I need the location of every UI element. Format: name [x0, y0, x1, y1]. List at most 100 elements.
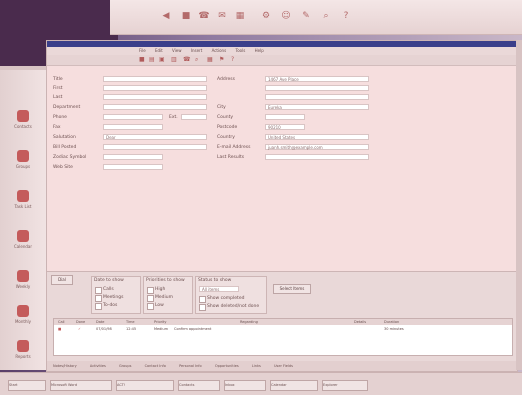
- activities-grid: Call Done Date Time Priority Regarding D…: [53, 318, 513, 356]
- done-check-icon[interactable]: ✓: [78, 326, 81, 332]
- taskbar-calendar[interactable]: Calendar: [270, 380, 318, 391]
- tab-dial[interactable]: Dial: [51, 275, 73, 285]
- reports-icon: [17, 340, 29, 352]
- window-toolbar: ■ ▤ ▣ ▥ ☎ ⌕ ▦ ⚑ ?: [47, 55, 517, 66]
- field-zodiac[interactable]: [103, 154, 163, 160]
- help-icon[interactable]: ?: [231, 57, 237, 63]
- sidebar-item-2[interactable]: Task List: [8, 190, 38, 209]
- menu-help[interactable]: Help: [255, 48, 264, 53]
- label-department: Department: [53, 105, 81, 110]
- cell-time: 12:45: [126, 327, 137, 331]
- help-icon[interactable]: ?: [340, 10, 352, 22]
- tab-notes-history[interactable]: Notes/History: [47, 364, 83, 368]
- lookup-icon[interactable]: ⌕: [320, 10, 332, 22]
- field-bill-posted[interactable]: [103, 144, 207, 150]
- tools-icon[interactable]: ⚙: [260, 10, 272, 22]
- field-address-2[interactable]: [265, 85, 369, 91]
- field-ext[interactable]: [181, 114, 207, 120]
- checkbox-high[interactable]: [147, 287, 154, 294]
- checkbox-calls[interactable]: [95, 287, 102, 294]
- field-first[interactable]: [103, 85, 207, 91]
- open-icon[interactable]: ▤: [149, 57, 155, 63]
- taskbar-word[interactable]: Microsoft Word: [50, 380, 112, 391]
- back-icon[interactable]: ◀: [160, 10, 172, 22]
- group-date-title: Date to show: [94, 278, 124, 283]
- email-icon[interactable]: ✉: [216, 10, 228, 22]
- sidebar-item-4[interactable]: Weekly: [8, 270, 38, 289]
- checkbox-todos[interactable]: [95, 303, 102, 310]
- menu-file[interactable]: File: [139, 48, 146, 53]
- tab-activities[interactable]: Activities: [84, 364, 112, 368]
- label-email: E-mail Address: [217, 145, 251, 150]
- tab-contact-info[interactable]: Contact Info: [139, 364, 172, 368]
- col-regarding[interactable]: Regarding: [240, 319, 258, 325]
- taskbar-contacts[interactable]: Contacts: [178, 380, 220, 391]
- taskbar-inbox[interactable]: Inbox: [224, 380, 266, 391]
- tab-personal-info[interactable]: Personal Info: [173, 364, 208, 368]
- print-icon[interactable]: ■: [180, 10, 192, 22]
- field-last[interactable]: [103, 94, 207, 100]
- field-salutation[interactable]: Dear: [103, 134, 207, 140]
- vertical-scrollbar[interactable]: [516, 40, 522, 370]
- field-fax[interactable]: [103, 124, 163, 130]
- col-details[interactable]: Details: [354, 319, 366, 325]
- field-phone[interactable]: [103, 114, 163, 120]
- menu-edit[interactable]: Edit: [155, 48, 163, 53]
- col-done[interactable]: Done: [76, 319, 85, 325]
- sidebar-item-5[interactable]: Monthly: [8, 305, 38, 324]
- sidebar-item-1[interactable]: Groups: [8, 150, 38, 169]
- notes-icon[interactable]: ✎: [300, 10, 312, 22]
- tab-user-fields[interactable]: User Fields: [268, 364, 299, 368]
- field-country[interactable]: United States: [265, 134, 369, 140]
- field-county[interactable]: [265, 114, 305, 120]
- field-address-3[interactable]: [265, 94, 369, 100]
- new-icon[interactable]: ■: [139, 57, 145, 63]
- menu-insert[interactable]: Insert: [191, 48, 202, 53]
- taskbar-act[interactable]: ACT!: [116, 380, 174, 391]
- col-time[interactable]: Time: [126, 319, 135, 325]
- phone-icon[interactable]: ☎: [183, 57, 190, 63]
- field-last-results[interactable]: [265, 154, 369, 160]
- sidebar-item-0[interactable]: Contacts: [8, 110, 38, 129]
- checkbox-medium[interactable]: [147, 295, 154, 302]
- schedule-icon[interactable]: ▦: [207, 57, 213, 63]
- menu-tools[interactable]: Tools: [235, 48, 245, 53]
- checkbox-completed[interactable]: [199, 296, 206, 303]
- select-items-button[interactable]: Select Items: [273, 284, 311, 294]
- field-city[interactable]: Eureka: [265, 104, 369, 110]
- tab-groups[interactable]: Groups: [113, 364, 137, 368]
- label-fax: Fax: [53, 125, 61, 130]
- calendar-icon[interactable]: ▦: [234, 10, 246, 22]
- menu-view[interactable]: View: [172, 48, 182, 53]
- field-department[interactable]: [103, 104, 207, 110]
- label-city: City: [217, 105, 226, 110]
- contacts-icon[interactable]: ☺: [280, 10, 292, 22]
- tab-opportunities[interactable]: Opportunities: [209, 364, 245, 368]
- checkbox-meetings[interactable]: [95, 295, 102, 302]
- field-postcode[interactable]: 90210: [265, 124, 305, 130]
- field-address[interactable]: 1467 Ave Place: [265, 76, 369, 82]
- phone-icon[interactable]: ☎: [198, 10, 210, 22]
- start-button[interactable]: Start: [8, 380, 46, 391]
- print-icon[interactable]: ▥: [171, 57, 177, 63]
- col-duration[interactable]: Duration: [384, 319, 399, 325]
- field-website[interactable]: [103, 164, 163, 170]
- col-call[interactable]: Call: [58, 319, 65, 325]
- find-icon[interactable]: ⌕: [195, 57, 201, 63]
- sidebar-item-3[interactable]: Calendar: [8, 230, 38, 249]
- col-date[interactable]: Date: [96, 319, 104, 325]
- table-row[interactable]: ■ ✓ 07/01/98 12:45 Medium Confirm appoin…: [54, 326, 512, 332]
- col-priority[interactable]: Priority: [154, 319, 166, 325]
- checkbox-deleted[interactable]: [199, 304, 206, 311]
- menu-actions[interactable]: Actions: [212, 48, 227, 53]
- field-email[interactable]: juanh.smith@example.com: [265, 144, 369, 150]
- flag-icon[interactable]: ⚑: [219, 57, 225, 63]
- save-icon[interactable]: ▣: [159, 57, 165, 63]
- taskbar-explorer[interactable]: Explorer: [322, 380, 368, 391]
- status-select[interactable]: All items: [199, 286, 239, 292]
- checkbox-low[interactable]: [147, 303, 154, 310]
- sidebar-item-6[interactable]: Reports: [8, 340, 38, 359]
- field-title[interactable]: [103, 76, 207, 82]
- contacts-icon: [17, 110, 29, 122]
- tab-links[interactable]: Links: [246, 364, 267, 368]
